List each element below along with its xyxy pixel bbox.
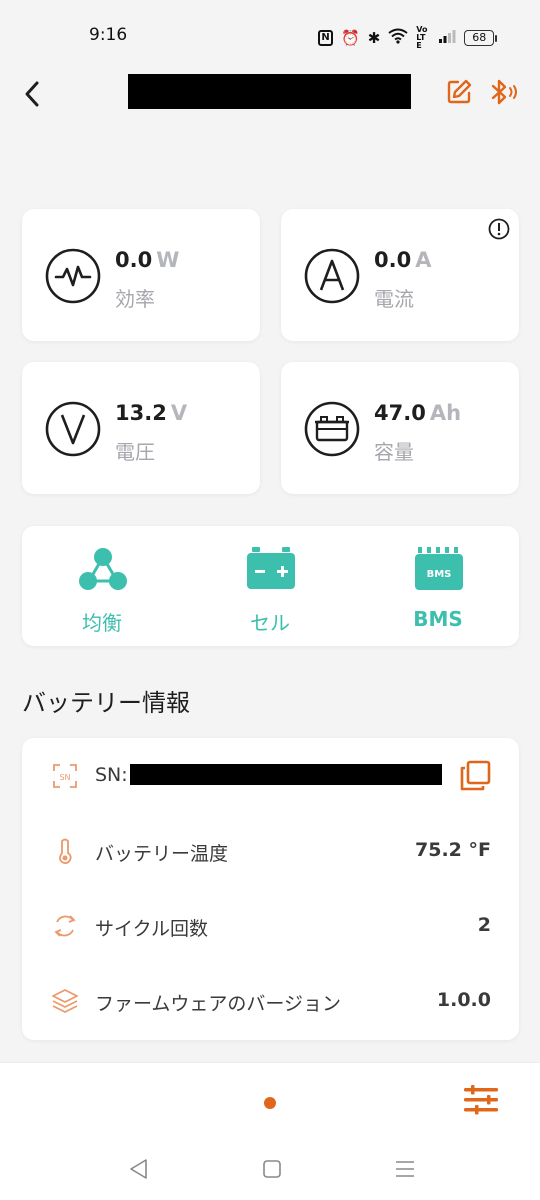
current-value: 0.0 A — [374, 248, 432, 272]
cell-button[interactable]: セル — [190, 526, 350, 646]
back-button[interactable] — [18, 74, 48, 110]
cycle-count-label: サイクル回数 — [95, 918, 209, 940]
battery-info-card: SN SN: バッテリー温度 75.2 °F サイクル回数 2 ファームウェアの… — [22, 738, 519, 1040]
system-home-button[interactable] — [259, 1156, 285, 1182]
pulse-icon — [45, 248, 101, 304]
chevron-left-icon — [25, 81, 39, 107]
current-card: 0.0 A 電流 — [281, 209, 519, 341]
menu-recents-icon — [396, 1161, 414, 1177]
edit-icon — [447, 79, 472, 104]
bms-label: BMS — [413, 607, 463, 631]
status-icons: N ⏰ ✱ VoLTE 68 — [318, 25, 498, 50]
volt-icon — [45, 401, 101, 457]
info-icon[interactable] — [488, 218, 510, 240]
power-card: 0.0 W 効率 — [22, 209, 260, 341]
square-home-icon — [263, 1160, 281, 1178]
capacity-value: 47.0 Ah — [374, 401, 462, 425]
sn-scan-icon: SN — [53, 764, 77, 788]
balance-label: 均衡 — [82, 611, 122, 635]
cycle-count-row: サイクル回数 2 — [22, 906, 519, 946]
bottom-navigation — [0, 1062, 540, 1142]
firmware-label: ファームウェアのバージョン — [95, 993, 342, 1015]
layers-icon — [52, 989, 78, 1013]
volte-label: VoLTE — [416, 25, 428, 50]
device-name-redacted — [128, 74, 411, 109]
sn-label: SN: — [95, 764, 128, 786]
page-indicator-dot[interactable] — [264, 1097, 276, 1109]
bluetooth-icon — [491, 79, 517, 105]
power-label: 効率 — [115, 287, 155, 311]
ampere-icon — [304, 248, 360, 304]
bluetooth-button[interactable] — [487, 78, 519, 106]
system-recents-button[interactable] — [392, 1156, 418, 1182]
sn-icon-text: SN — [59, 773, 70, 782]
voltage-label: 電圧 — [115, 440, 155, 464]
edit-button[interactable] — [445, 78, 473, 106]
tools-card: 均衡 セル BMS BMS — [22, 526, 519, 646]
battery-level: 68 — [464, 30, 495, 46]
capacity-label: 容量 — [374, 440, 414, 464]
balance-nodes-icon — [79, 548, 127, 590]
voltage-card: 13.2 V 電圧 — [22, 362, 260, 494]
voltage-value: 13.2 V — [115, 401, 188, 425]
status-time: 9:16 — [89, 25, 128, 45]
temperature-value: 75.2 °F — [415, 839, 491, 861]
cell-label: セル — [250, 611, 290, 635]
wifi-icon — [388, 28, 408, 49]
system-navigation-bar — [0, 1142, 540, 1200]
capacity-card: 47.0 Ah 容量 — [281, 362, 519, 494]
alarm-icon: ⏰ — [341, 29, 360, 47]
firmware-row: ファームウェアのバージョン 1.0.0 — [22, 981, 519, 1021]
bms-icon-text: BMS — [427, 569, 452, 580]
app-header — [0, 70, 540, 114]
temperature-row: バッテリー温度 75.2 °F — [22, 831, 519, 871]
settings-menu-button[interactable] — [463, 1084, 499, 1116]
cycle-count-value: 2 — [477, 914, 491, 936]
nfc-icon: N — [318, 30, 333, 46]
cell-battery-icon — [247, 547, 295, 589]
temperature-label: バッテリー温度 — [95, 843, 229, 865]
current-label: 電流 — [374, 287, 414, 311]
signal-icon — [438, 28, 456, 49]
bluetooth-status-icon: ✱ — [367, 29, 381, 47]
cycle-icon — [54, 915, 76, 937]
triangle-back-icon — [130, 1159, 147, 1179]
copy-sn-button[interactable] — [459, 760, 491, 792]
firmware-value: 1.0.0 — [436, 989, 491, 1011]
battery-status-icon: 68 — [464, 30, 498, 46]
battery-info-title: バッテリー情報 — [22, 689, 190, 717]
balance-button[interactable]: 均衡 — [22, 526, 182, 646]
power-value: 0.0 W — [115, 248, 180, 272]
bms-button[interactable]: BMS BMS — [358, 526, 518, 646]
serial-number-redacted — [130, 764, 442, 785]
sliders-menu-icon — [464, 1085, 498, 1115]
status-bar: 9:16 N ⏰ ✱ VoLTE 68 — [0, 0, 540, 70]
bms-icon: BMS — [415, 547, 463, 590]
system-back-button[interactable] — [126, 1156, 152, 1182]
thermometer-icon — [59, 838, 72, 865]
battery-capacity-icon — [304, 401, 360, 457]
copy-icon — [460, 760, 491, 791]
